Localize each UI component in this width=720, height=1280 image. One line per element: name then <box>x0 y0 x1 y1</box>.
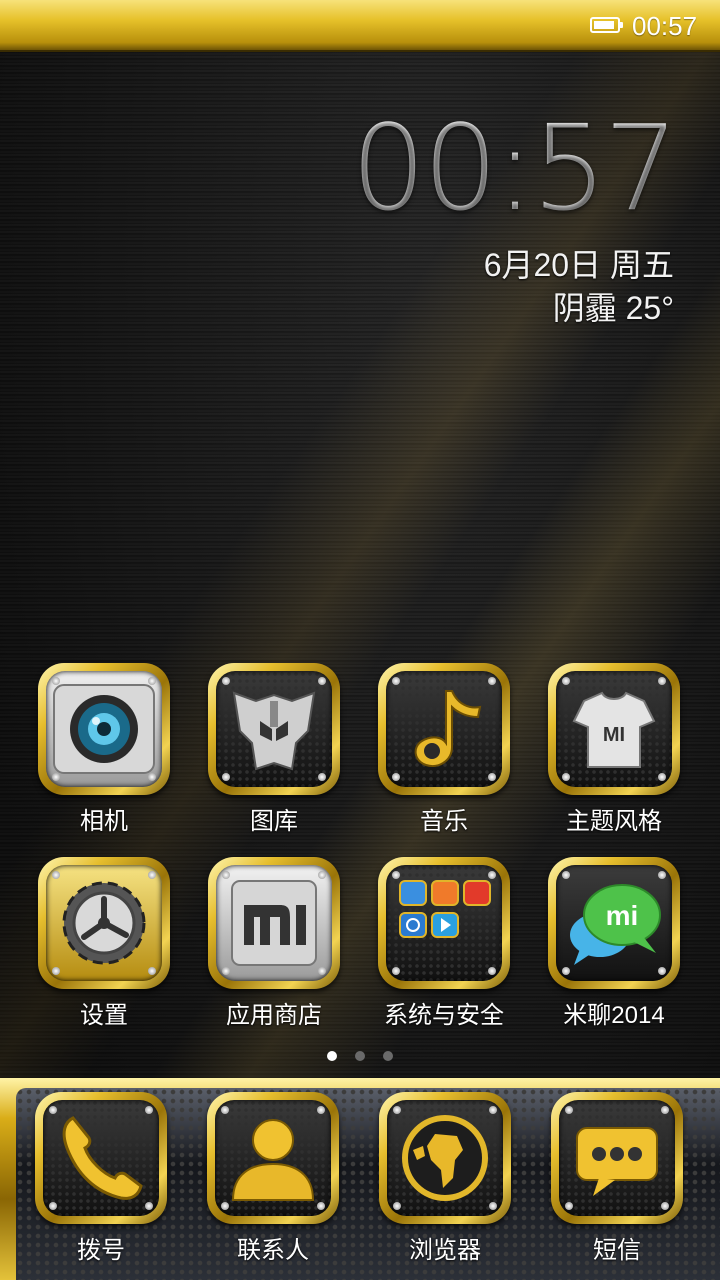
page-dot[interactable] <box>355 1051 365 1061</box>
page-dot[interactable] <box>327 1051 337 1061</box>
screw-decoration <box>148 773 156 781</box>
screw-decoration <box>317 1106 325 1114</box>
screw-decoration <box>488 967 496 975</box>
dock-app-contacts[interactable]: 联系人 <box>198 1092 348 1265</box>
status-bar: 00:57 <box>0 0 720 52</box>
camera-icon <box>53 684 155 774</box>
screw-decoration <box>318 967 326 975</box>
screw-decoration <box>145 1202 153 1210</box>
screw-decoration <box>148 871 156 879</box>
message-icon <box>576 1127 658 1196</box>
phone-icon <box>62 1116 143 1200</box>
gear-icon <box>62 881 146 965</box>
screw-decoration <box>318 677 326 685</box>
mi-store-icon <box>231 880 317 966</box>
screw-decoration <box>562 677 570 685</box>
app-label: 相机 <box>80 808 128 835</box>
screw-decoration <box>392 773 400 781</box>
dock-app-messages[interactable]: 短信 <box>542 1092 692 1265</box>
app-label: 图库 <box>250 808 298 835</box>
screw-decoration <box>658 967 666 975</box>
screw-decoration <box>661 1202 669 1210</box>
app-label: 浏览器 <box>409 1237 481 1264</box>
weather-info[interactable]: 阴霾 25° <box>553 283 674 329</box>
page-dot[interactable] <box>383 1051 393 1061</box>
battery-icon <box>590 17 623 33</box>
screw-decoration <box>392 871 400 879</box>
screw-decoration <box>221 1202 229 1210</box>
screw-decoration <box>661 1106 669 1114</box>
screw-decoration <box>222 967 230 975</box>
theme-shirt-icon: MI <box>572 691 656 768</box>
screw-decoration <box>318 773 326 781</box>
svg-text:MI: MI <box>603 724 625 746</box>
app-label: 米聊2014 <box>563 1002 665 1029</box>
screw-decoration <box>392 677 400 685</box>
screw-decoration <box>317 1202 325 1210</box>
screw-decoration <box>49 1202 57 1210</box>
contact-person-icon <box>231 1119 315 1201</box>
screw-decoration <box>393 1106 401 1114</box>
screw-decoration <box>318 871 326 879</box>
app-label: 拨号 <box>77 1237 125 1264</box>
screw-decoration <box>49 1106 57 1114</box>
screw-decoration <box>52 773 60 781</box>
dock-app-phone[interactable]: 拨号 <box>26 1092 176 1265</box>
screw-decoration <box>565 1202 573 1210</box>
screw-decoration <box>562 967 570 975</box>
screw-decoration <box>488 677 496 685</box>
screw-decoration <box>488 871 496 879</box>
screw-decoration <box>145 1106 153 1114</box>
app-label: 主题风格 <box>566 808 662 835</box>
screw-decoration <box>222 871 230 879</box>
app-label: 应用商店 <box>226 1002 322 1029</box>
screw-decoration <box>658 677 666 685</box>
screw-decoration <box>393 1202 401 1210</box>
app-system-security[interactable]: 系统与安全 <box>369 857 519 1030</box>
screw-decoration <box>52 967 60 975</box>
app-label: 系统与安全 <box>384 1002 504 1029</box>
screw-decoration <box>222 677 230 685</box>
screw-decoration <box>565 1106 573 1114</box>
app-gallery[interactable]: 图库 <box>199 663 349 836</box>
music-note-icon <box>414 690 482 767</box>
app-label: 设置 <box>80 1002 128 1029</box>
clock-date: 6月20日 周五 <box>483 247 674 283</box>
screw-decoration <box>52 677 60 685</box>
screw-decoration <box>658 871 666 879</box>
app-store[interactable]: 应用商店 <box>199 857 349 1030</box>
svg-text:mi: mi <box>606 900 639 931</box>
screw-decoration <box>658 773 666 781</box>
status-time: 00:57 <box>632 11 698 41</box>
app-mitalk[interactable]: mi 米聊2014 <box>539 857 689 1030</box>
app-label: 短信 <box>593 1237 641 1264</box>
app-themes[interactable]: MI 主题风格 <box>539 663 689 836</box>
autobot-gallery-icon <box>232 691 316 771</box>
app-label: 联系人 <box>237 1237 309 1264</box>
screw-decoration <box>392 967 400 975</box>
screw-decoration <box>221 1106 229 1114</box>
app-settings[interactable]: 设置 <box>29 857 179 1030</box>
dock-app-browser[interactable]: 浏览器 <box>370 1092 520 1265</box>
screw-decoration <box>489 1202 497 1210</box>
screw-decoration <box>148 677 156 685</box>
app-label: 音乐 <box>420 808 468 835</box>
clock-time[interactable]: 00:57 <box>351 108 679 228</box>
screw-decoration <box>488 773 496 781</box>
app-folder-icon <box>399 880 491 938</box>
page-indicator[interactable] <box>0 1048 720 1066</box>
screw-decoration <box>562 871 570 879</box>
screw-decoration <box>148 967 156 975</box>
app-music[interactable]: 音乐 <box>369 663 519 836</box>
app-camera[interactable]: 相机 <box>29 663 179 836</box>
mitalk-bubble-icon: mi <box>570 884 661 965</box>
screw-decoration <box>489 1106 497 1114</box>
screw-decoration <box>222 773 230 781</box>
screw-decoration <box>52 871 60 879</box>
globe-icon <box>402 1115 488 1201</box>
screw-decoration <box>562 773 570 781</box>
